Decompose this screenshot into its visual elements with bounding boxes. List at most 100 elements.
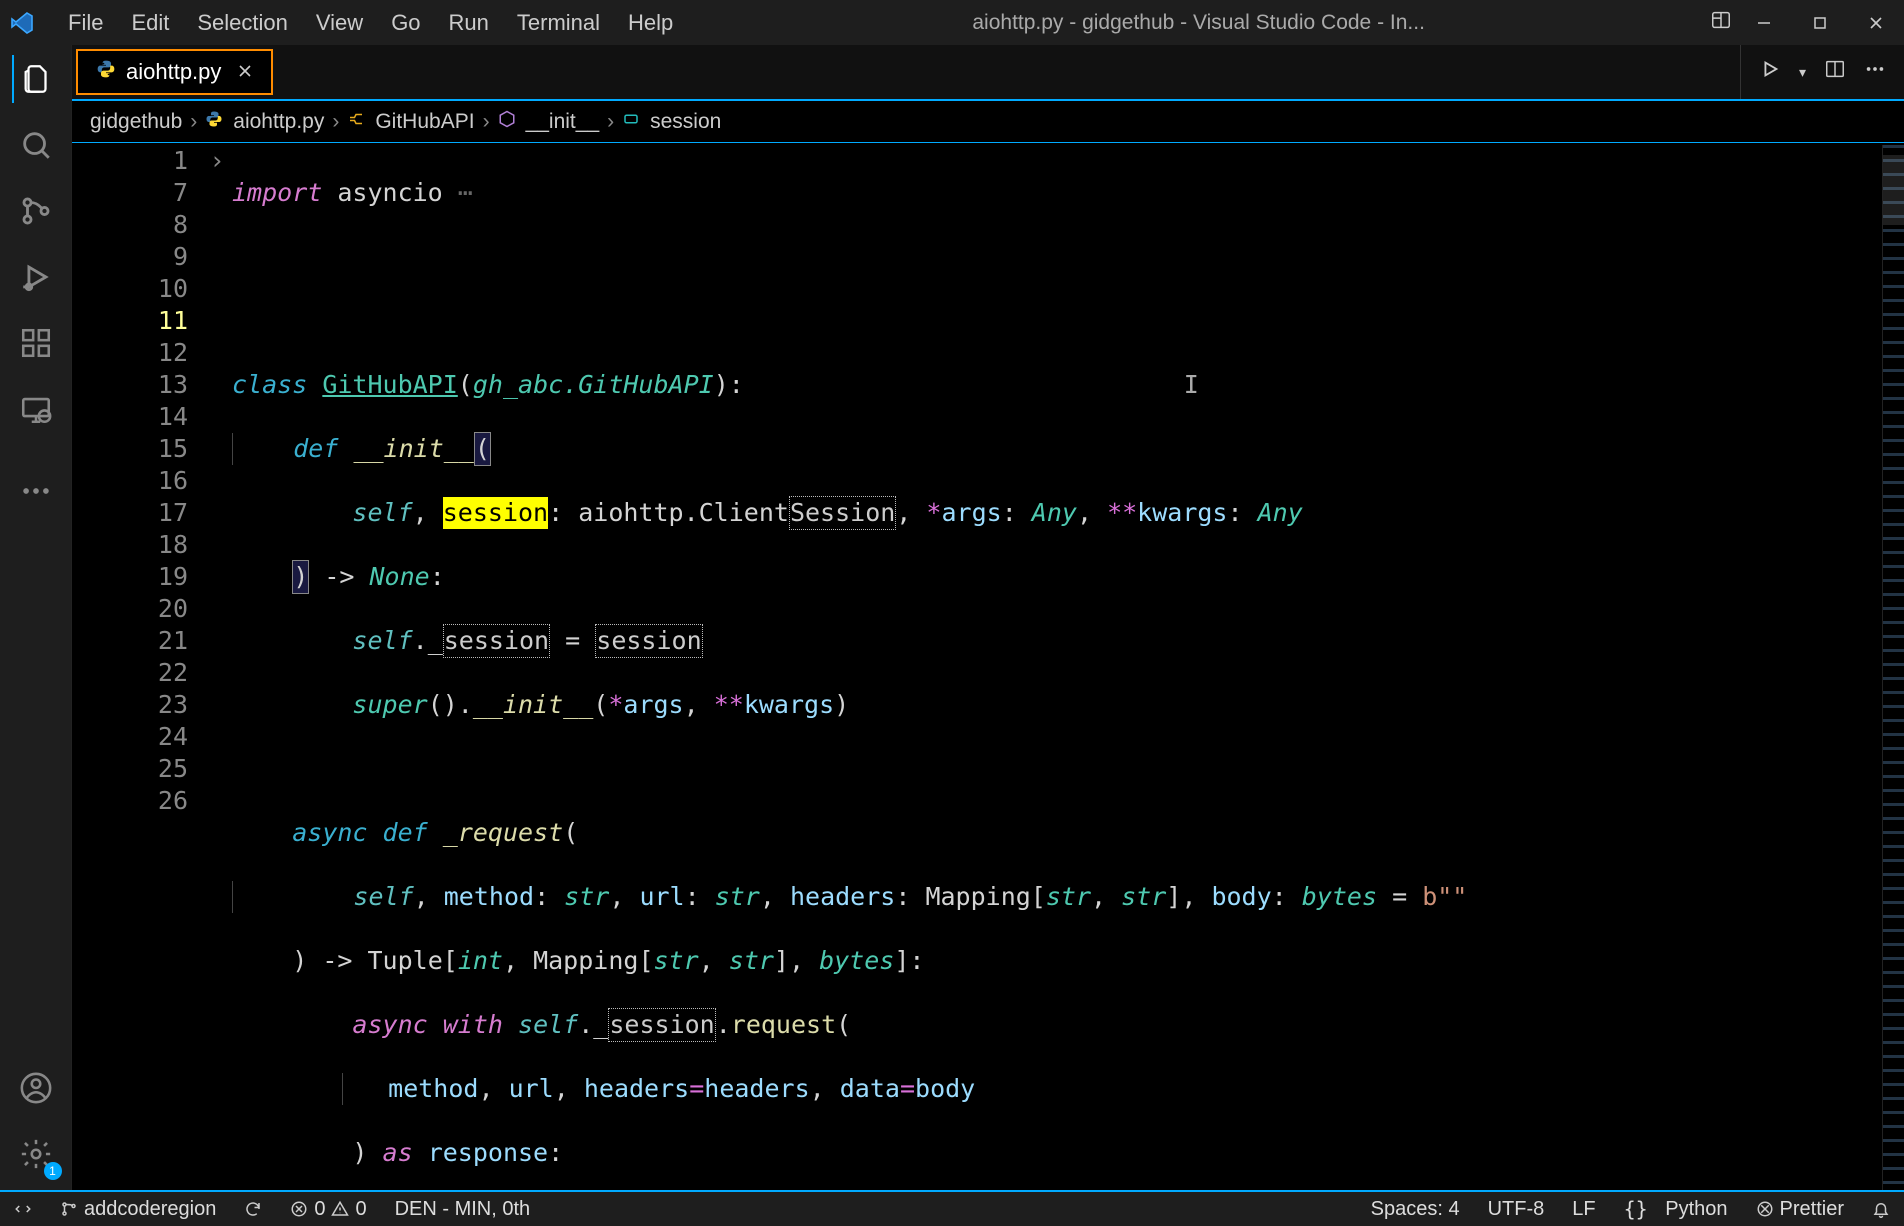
line-number[interactable]: 20 bbox=[72, 593, 188, 625]
run-file-icon[interactable] bbox=[1759, 58, 1781, 86]
self: self bbox=[352, 497, 412, 529]
activity-bar bbox=[0, 45, 72, 1190]
prettier-indicator[interactable]: Prettier bbox=[1742, 1198, 1858, 1221]
folded-code-icon[interactable]: ⋯ bbox=[443, 177, 473, 209]
line-number[interactable]: 14 bbox=[72, 401, 188, 433]
explorer-icon[interactable] bbox=[12, 55, 60, 103]
language-indicator[interactable]: {} Python bbox=[1610, 1197, 1742, 1221]
remote-indicator[interactable] bbox=[0, 1200, 46, 1218]
line-number[interactable]: 10 bbox=[72, 273, 188, 305]
minimize-icon[interactable] bbox=[1752, 11, 1776, 35]
source-control-icon[interactable] bbox=[12, 187, 60, 235]
more-icon[interactable] bbox=[12, 467, 60, 515]
keyword: class bbox=[232, 369, 307, 401]
tab-close-icon[interactable] bbox=[237, 59, 253, 85]
tab-aiohttp[interactable]: aiohttp.py bbox=[76, 49, 273, 95]
line-number-gutter[interactable]: 1 7 8 9 10 11 12 13 14 15 16 17 18 19 20… bbox=[72, 145, 202, 1190]
fold-gutter[interactable]: › bbox=[202, 145, 232, 1190]
breadcrumb-class[interactable]: GitHubAPI bbox=[375, 110, 474, 134]
line-number[interactable]: 7 bbox=[72, 177, 188, 209]
type: Any bbox=[1258, 497, 1303, 529]
line-number[interactable]: 8 bbox=[72, 209, 188, 241]
run-debug-icon[interactable] bbox=[12, 253, 60, 301]
sync-icon[interactable] bbox=[230, 1200, 276, 1218]
param: kwargs bbox=[1137, 497, 1227, 529]
search-icon[interactable] bbox=[12, 121, 60, 169]
menu-file[interactable]: File bbox=[54, 8, 117, 38]
extensions-icon[interactable] bbox=[12, 319, 60, 367]
breadcrumb-file[interactable]: aiohttp.py bbox=[233, 110, 324, 134]
line-number[interactable]: 11 bbox=[72, 305, 188, 337]
git-branch[interactable]: addcoderegion bbox=[46, 1198, 230, 1221]
arg: url bbox=[509, 1073, 554, 1105]
chevron-right-icon: › bbox=[607, 110, 614, 134]
layout-icon[interactable] bbox=[1710, 9, 1732, 37]
base-class: gh_abc.GitHubAPI bbox=[473, 369, 714, 401]
line-number[interactable]: 16 bbox=[72, 465, 188, 497]
line-number[interactable]: 1 bbox=[72, 145, 188, 177]
type: str bbox=[1046, 881, 1091, 913]
eol-indicator[interactable]: LF bbox=[1558, 1198, 1609, 1221]
line-number[interactable]: 9 bbox=[72, 241, 188, 273]
indent-indicator[interactable]: Spaces: 4 bbox=[1357, 1198, 1474, 1221]
split-editor-icon[interactable] bbox=[1824, 58, 1846, 86]
class-name: GitHubAPI bbox=[322, 369, 457, 401]
problems-indicator[interactable]: 0 0 bbox=[276, 1198, 380, 1221]
fold-chevron-icon[interactable]: › bbox=[202, 145, 232, 177]
more-actions-icon[interactable] bbox=[1864, 58, 1886, 86]
arg: body bbox=[915, 1073, 975, 1105]
breadcrumb-variable[interactable]: session bbox=[650, 110, 721, 134]
menu-go[interactable]: Go bbox=[377, 8, 434, 38]
breadcrumb-root[interactable]: gidgethub bbox=[90, 110, 182, 134]
warning-count: 0 bbox=[355, 1198, 366, 1221]
line-number[interactable]: 12 bbox=[72, 337, 188, 369]
minimap-slider[interactable] bbox=[1883, 155, 1904, 225]
line-number[interactable]: 26 bbox=[72, 785, 188, 817]
code-editor[interactable]: 1 7 8 9 10 11 12 13 14 15 16 17 18 19 20… bbox=[72, 143, 1904, 1190]
settings-gear-icon[interactable] bbox=[12, 1130, 60, 1178]
menu-run[interactable]: Run bbox=[435, 8, 503, 38]
function-name: _request bbox=[443, 817, 563, 849]
class-symbol-icon bbox=[347, 110, 365, 134]
line-number[interactable]: 13 bbox=[72, 369, 188, 401]
method: request bbox=[731, 1009, 836, 1041]
menu-selection[interactable]: Selection bbox=[183, 8, 302, 38]
tab-filename: aiohttp.py bbox=[126, 59, 221, 85]
status-mode[interactable]: DEN - MIN, 0th bbox=[381, 1198, 545, 1221]
line-number[interactable]: 23 bbox=[72, 689, 188, 721]
param: url bbox=[639, 881, 684, 913]
method: __init__ bbox=[473, 689, 593, 721]
status-bar: addcoderegion 0 0 DEN - MIN, 0th Spaces:… bbox=[0, 1190, 1904, 1226]
line-number[interactable]: 19 bbox=[72, 561, 188, 593]
menu-terminal[interactable]: Terminal bbox=[503, 8, 614, 38]
notifications-icon[interactable] bbox=[1858, 1200, 1904, 1218]
code-content[interactable]: import asyncio ⋯ class GitHubAPI(gh_abc.… bbox=[232, 145, 1882, 1190]
line-number[interactable]: 25 bbox=[72, 753, 188, 785]
menu-edit[interactable]: Edit bbox=[117, 8, 183, 38]
param: args bbox=[623, 689, 683, 721]
close-icon[interactable] bbox=[1864, 11, 1888, 35]
run-dropdown-icon[interactable]: ▾ bbox=[1799, 64, 1806, 81]
breadcrumb-method[interactable]: __init__ bbox=[526, 110, 600, 134]
line-number[interactable]: 15 bbox=[72, 433, 188, 465]
arg: headers bbox=[704, 1073, 809, 1105]
line-number[interactable]: 18 bbox=[72, 529, 188, 561]
match-highlight: session bbox=[443, 624, 550, 658]
menu-view[interactable]: View bbox=[302, 8, 377, 38]
keyword: async bbox=[352, 1009, 427, 1041]
accounts-icon[interactable] bbox=[12, 1064, 60, 1112]
maximize-icon[interactable] bbox=[1808, 11, 1832, 35]
line-number[interactable]: 17 bbox=[72, 497, 188, 529]
type: str bbox=[729, 945, 774, 977]
encoding-indicator[interactable]: UTF-8 bbox=[1474, 1198, 1559, 1221]
kwarg: data bbox=[840, 1073, 900, 1105]
breadcrumb[interactable]: gidgethub › aiohttp.py › GitHubAPI › __i… bbox=[72, 101, 1904, 143]
menu-help[interactable]: Help bbox=[614, 8, 687, 38]
line-number[interactable]: 21 bbox=[72, 625, 188, 657]
keyword: with bbox=[443, 1009, 503, 1041]
line-number[interactable]: 24 bbox=[72, 721, 188, 753]
line-number[interactable]: 22 bbox=[72, 657, 188, 689]
remote-explorer-icon[interactable] bbox=[12, 385, 60, 433]
param: method bbox=[444, 881, 534, 913]
minimap[interactable] bbox=[1882, 145, 1904, 1190]
